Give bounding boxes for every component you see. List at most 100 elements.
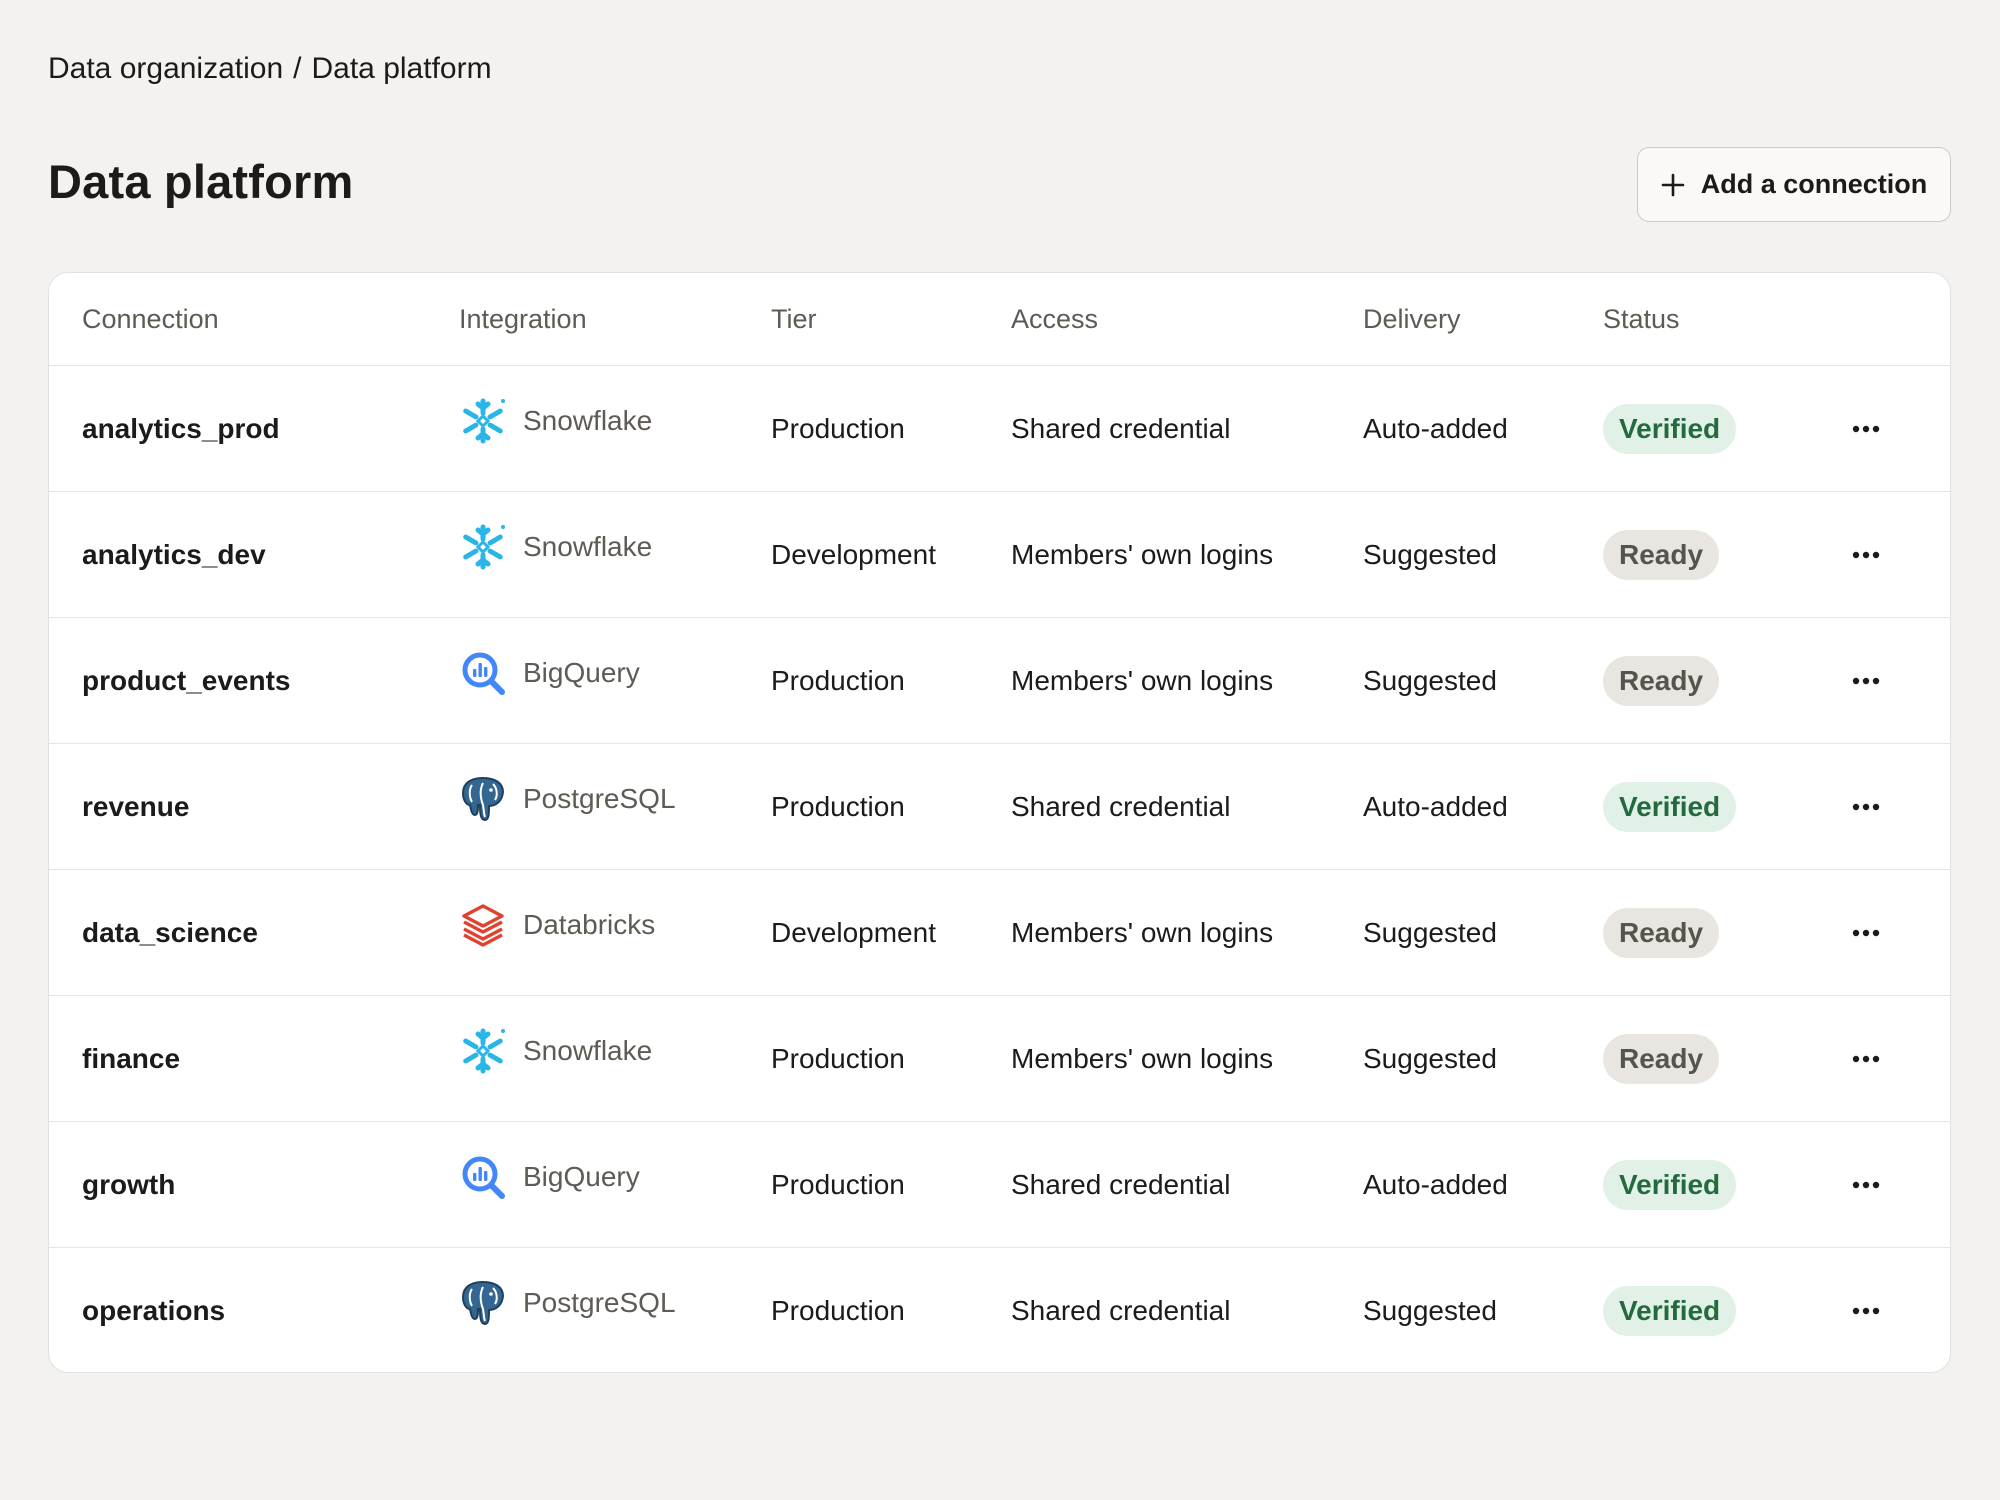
tier: Production xyxy=(771,790,905,822)
tier: Development xyxy=(771,538,936,570)
connection-name[interactable]: product_events xyxy=(82,618,291,743)
table-row: product_events BigQuery Production Members… xyxy=(49,618,1950,744)
integration-name: PostgreSQL xyxy=(523,782,676,814)
integration-cell: BigQuery xyxy=(459,610,640,735)
column-header-integration: Integration xyxy=(459,303,587,334)
delivery: Suggested xyxy=(1363,664,1497,696)
delivery: Suggested xyxy=(1363,1295,1497,1326)
integration-name: Snowflake xyxy=(523,1034,653,1066)
access: Shared credential xyxy=(1011,1295,1231,1326)
delivery: Suggested xyxy=(1363,1042,1497,1074)
data-platform-page: Data organization / Data platform Data p… xyxy=(0,0,2000,1500)
postgresql-icon xyxy=(459,775,507,823)
integration-cell: Snowflake xyxy=(459,988,652,1113)
connection-name[interactable]: analytics_dev xyxy=(82,492,266,617)
table-header: Connection Integration Tier Access Deliv… xyxy=(49,273,1950,366)
bigquery-icon xyxy=(459,649,507,697)
status-cell: Ready xyxy=(1603,492,1720,617)
row-actions-button[interactable] xyxy=(1844,1248,1888,1372)
table-row: analytics_prod Snowflake Production Shared… xyxy=(49,366,1950,492)
more-horizontal-icon[interactable] xyxy=(1852,803,1880,811)
connection-name[interactable]: finance xyxy=(82,996,180,1121)
snowflake-icon xyxy=(459,1027,507,1075)
status-badge: Verified xyxy=(1603,403,1737,454)
more-horizontal-icon[interactable] xyxy=(1852,677,1880,685)
integration-cell: Snowflake xyxy=(459,358,652,483)
table-row: revenue PostgreSQL Production Shared crede… xyxy=(49,744,1950,870)
tier: Development xyxy=(771,916,936,948)
table-row: finance Snowflake Production Members' own … xyxy=(49,996,1950,1122)
integration-cell: PostgreSQL xyxy=(459,1240,676,1366)
status-badge: Ready xyxy=(1603,655,1720,706)
breadcrumb-data-organization[interactable]: Data organization xyxy=(48,52,283,86)
status-badge: Verified xyxy=(1603,781,1737,832)
delivery: Auto-added xyxy=(1363,1168,1508,1200)
row-actions-button[interactable] xyxy=(1844,492,1888,617)
breadcrumb-current: Data platform xyxy=(311,52,492,85)
integration-cell: Snowflake xyxy=(459,484,652,609)
tier: Production xyxy=(771,1168,905,1200)
row-actions-button[interactable] xyxy=(1844,366,1888,491)
more-horizontal-icon[interactable] xyxy=(1852,551,1880,559)
status-badge: Verified xyxy=(1603,1159,1737,1210)
more-horizontal-icon[interactable] xyxy=(1852,929,1880,937)
access: Members' own logins xyxy=(1011,538,1274,570)
column-header-status: Status xyxy=(1603,303,1680,334)
row-actions-button[interactable] xyxy=(1844,1122,1888,1247)
integration-name: Snowflake xyxy=(523,404,653,436)
snowflake-icon xyxy=(459,523,507,571)
access: Members' own logins xyxy=(1011,664,1274,696)
integration-cell: PostgreSQL xyxy=(459,736,676,861)
databricks-icon xyxy=(459,901,507,949)
more-horizontal-icon[interactable] xyxy=(1852,1055,1880,1063)
integration-name: BigQuery xyxy=(523,1160,640,1192)
access: Shared credential xyxy=(1011,1168,1231,1200)
table-row: analytics_dev Snowflake Development Member… xyxy=(49,492,1950,618)
status-cell: Ready xyxy=(1603,870,1720,995)
connection-name[interactable]: operations xyxy=(82,1248,225,1372)
access: Shared credential xyxy=(1011,412,1231,444)
integration-name: PostgreSQL xyxy=(523,1287,676,1318)
row-actions-button[interactable] xyxy=(1844,996,1888,1121)
add-connection-button[interactable]: Add a connection xyxy=(1637,147,1951,222)
table-body: analytics_prod Snowflake Production Shared… xyxy=(49,366,1950,1372)
row-actions-button[interactable] xyxy=(1844,870,1888,995)
table-row: operations PostgreSQL Production Shared cr… xyxy=(49,1248,1950,1372)
access: Members' own logins xyxy=(1011,916,1274,948)
column-header-connection: Connection xyxy=(82,303,219,334)
delivery: Suggested xyxy=(1363,538,1497,570)
connection-name[interactable]: revenue xyxy=(82,744,189,869)
tier: Production xyxy=(771,412,905,444)
delivery: Auto-added xyxy=(1363,790,1508,822)
snowflake-icon xyxy=(459,397,507,445)
row-actions-button[interactable] xyxy=(1844,618,1888,743)
status-cell: Verified xyxy=(1603,1122,1737,1247)
row-actions-button[interactable] xyxy=(1844,744,1888,869)
table-row: growth BigQuery Production Shared credenti… xyxy=(49,1122,1950,1248)
column-header-tier: Tier xyxy=(771,303,817,334)
integration-name: Databricks xyxy=(523,908,656,940)
connection-name[interactable]: analytics_prod xyxy=(82,366,280,491)
more-horizontal-icon[interactable] xyxy=(1852,1307,1880,1315)
connection-name[interactable]: growth xyxy=(82,1122,175,1247)
connections-table: Connection Integration Tier Access Deliv… xyxy=(48,272,1951,1373)
status-cell: Ready xyxy=(1603,618,1720,743)
table-row: data_science Databricks Development Member… xyxy=(49,870,1950,996)
delivery: Auto-added xyxy=(1363,412,1508,444)
integration-name: Snowflake xyxy=(523,530,653,562)
status-cell: Ready xyxy=(1603,996,1720,1121)
status-cell: Verified xyxy=(1603,1248,1737,1372)
more-horizontal-icon[interactable] xyxy=(1852,425,1880,433)
breadcrumb: Data organization / Data platform xyxy=(48,52,492,86)
page-title: Data platform xyxy=(48,155,354,208)
status-badge: Verified xyxy=(1603,1286,1737,1336)
status-badge: Ready xyxy=(1603,1033,1720,1084)
connection-name[interactable]: data_science xyxy=(82,870,258,995)
breadcrumb-separator: / xyxy=(293,52,302,85)
status-cell: Verified xyxy=(1603,744,1737,869)
delivery: Suggested xyxy=(1363,916,1497,948)
tier: Production xyxy=(771,1295,905,1326)
column-header-access: Access xyxy=(1011,303,1099,334)
integration-cell: BigQuery xyxy=(459,1114,640,1239)
more-horizontal-icon[interactable] xyxy=(1852,1181,1880,1189)
